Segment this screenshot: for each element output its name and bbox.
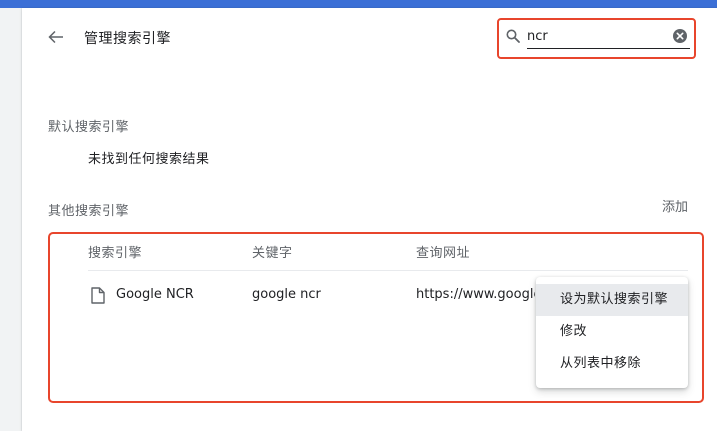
other-section-title: 其他搜索引擎 bbox=[48, 204, 130, 219]
menu-item-set-default[interactable]: 设为默认搜索引擎 bbox=[536, 284, 688, 316]
context-menu: 设为默认搜索引擎 修改 从列表中移除 bbox=[536, 277, 688, 388]
search-engine-name: Google NCR bbox=[116, 287, 194, 302]
search-engine-query-url: https://www.google.com/ bbox=[416, 287, 535, 302]
search-underline bbox=[527, 48, 690, 49]
back-button[interactable] bbox=[44, 25, 68, 49]
table-header-divider bbox=[88, 270, 688, 271]
menu-item-remove[interactable]: 从列表中移除 bbox=[536, 348, 688, 380]
search-input[interactable] bbox=[527, 26, 663, 46]
window-top-bar bbox=[0, 0, 717, 8]
add-search-engine-button[interactable]: 添加 bbox=[662, 196, 688, 215]
page-title: 管理搜索引擎 bbox=[84, 31, 171, 47]
no-results-message: 未找到任何搜索结果 bbox=[88, 152, 210, 167]
default-section-title: 默认搜索引擎 bbox=[48, 120, 130, 135]
clear-search-button[interactable] bbox=[672, 28, 688, 44]
search-icon bbox=[506, 29, 520, 43]
column-header-keyword: 关键字 bbox=[252, 246, 293, 261]
menu-item-edit[interactable]: 修改 bbox=[536, 316, 688, 348]
search-engine-keyword: google ncr bbox=[252, 287, 321, 302]
document-icon bbox=[91, 287, 105, 304]
arrow-back-icon bbox=[48, 31, 63, 43]
column-header-query-url: 查询网址 bbox=[416, 246, 471, 261]
column-header-search-engine: 搜索引擎 bbox=[88, 246, 143, 261]
